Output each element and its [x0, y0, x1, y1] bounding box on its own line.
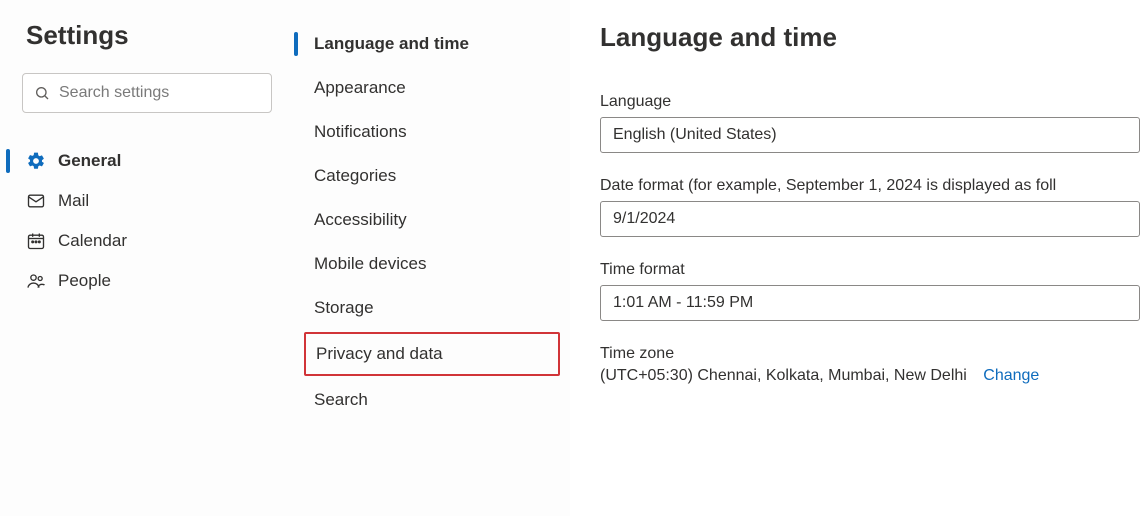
field-time-format: Time format 1:01 AM - 11:59 PM: [600, 261, 1140, 321]
sidebar-sub: Language and time Appearance Notificatio…: [290, 0, 570, 516]
search-wrap: [22, 73, 272, 113]
nav-item-calendar[interactable]: Calendar: [16, 221, 272, 261]
nav-label: General: [58, 151, 121, 171]
nav-item-people[interactable]: People: [16, 261, 272, 301]
label-date-format: Date format (for example, September 1, 2…: [600, 177, 1140, 195]
sub-nav: Language and time Appearance Notificatio…: [290, 22, 570, 422]
content: Language and time Language English (Unit…: [570, 0, 1140, 516]
sub-label: Accessibility: [314, 210, 407, 229]
sub-label: Notifications: [314, 122, 407, 141]
mail-icon: [26, 191, 46, 211]
nav-label: People: [58, 271, 111, 291]
select-date-format[interactable]: 9/1/2024: [600, 201, 1140, 237]
field-date-format: Date format (for example, September 1, 2…: [600, 177, 1140, 237]
sub-item-language-and-time[interactable]: Language and time: [290, 22, 570, 66]
sub-label: Appearance: [314, 78, 406, 97]
sub-item-notifications[interactable]: Notifications: [290, 110, 570, 154]
select-language[interactable]: English (United States): [600, 117, 1140, 153]
sub-item-mobile-devices[interactable]: Mobile devices: [290, 242, 570, 286]
calendar-icon: [26, 231, 46, 251]
nav-item-mail[interactable]: Mail: [16, 181, 272, 221]
field-time-zone: Time zone (UTC+05:30) Chennai, Kolkata, …: [600, 345, 1140, 385]
sub-label: Privacy and data: [316, 344, 443, 363]
label-language: Language: [600, 93, 1140, 111]
sub-label: Categories: [314, 166, 396, 185]
nav-label: Calendar: [58, 231, 127, 251]
label-time-format: Time format: [600, 261, 1140, 279]
nav-label: Mail: [58, 191, 89, 211]
search-icon: [34, 85, 50, 101]
sub-label: Mobile devices: [314, 254, 426, 273]
select-time-format[interactable]: 1:01 AM - 11:59 PM: [600, 285, 1140, 321]
nav-item-general[interactable]: General: [16, 141, 272, 181]
gear-icon: [26, 151, 46, 171]
sub-item-appearance[interactable]: Appearance: [290, 66, 570, 110]
sub-label: Language and time: [314, 34, 469, 53]
page-heading: Language and time: [600, 22, 1140, 53]
sub-item-search[interactable]: Search: [290, 378, 570, 422]
sidebar-primary: Settings General Mail Calendar: [0, 0, 290, 516]
primary-nav: General Mail Calendar People: [16, 141, 272, 301]
time-zone-row: (UTC+05:30) Chennai, Kolkata, Mumbai, Ne…: [600, 367, 1140, 385]
change-time-zone-link[interactable]: Change: [983, 367, 1039, 384]
sub-item-privacy-and-data[interactable]: Privacy and data: [304, 332, 560, 376]
sub-item-accessibility[interactable]: Accessibility: [290, 198, 570, 242]
people-icon: [26, 271, 46, 291]
time-zone-value: (UTC+05:30) Chennai, Kolkata, Mumbai, Ne…: [600, 367, 967, 384]
sub-item-storage[interactable]: Storage: [290, 286, 570, 330]
field-language: Language English (United States): [600, 93, 1140, 153]
search-input[interactable]: [22, 73, 272, 113]
sub-label: Storage: [314, 298, 374, 317]
label-time-zone: Time zone: [600, 345, 1140, 363]
settings-title: Settings: [22, 20, 272, 51]
sub-label: Search: [314, 390, 368, 409]
sub-item-categories[interactable]: Categories: [290, 154, 570, 198]
